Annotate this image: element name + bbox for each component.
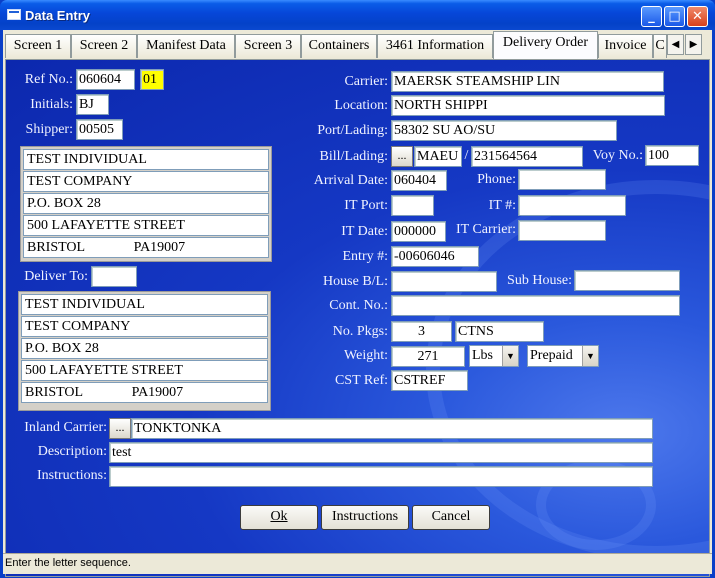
bill-lading-field[interactable]: 231564564	[471, 146, 583, 167]
tab-strip: Screen 1 Screen 2 Manifest Data Screen 3…	[3, 30, 712, 60]
payment-terms-select[interactable]: Prepaid ▼	[527, 345, 599, 367]
initials-field[interactable]: BJ	[76, 94, 109, 115]
entry-no-field[interactable]: -00606046	[391, 246, 479, 267]
title-bar[interactable]: Data Entry _ □ ✕	[0, 0, 715, 30]
deliver-to-label: Deliver To:	[24, 269, 88, 284]
location-label: Location:	[334, 98, 388, 113]
inland-carrier-label: Inland Carrier:	[24, 420, 107, 435]
arrival-date-field[interactable]: 060404	[391, 170, 447, 191]
it-date-field[interactable]: 000000	[391, 221, 446, 242]
it-no-label: IT #:	[488, 198, 516, 213]
deliver-address-line[interactable]: 500 LAFAYETTE STREET	[21, 360, 268, 381]
tab-scroll-right-icon[interactable]: ▶	[685, 34, 702, 55]
no-pkgs-label: No. Pkgs:	[332, 324, 388, 339]
weight-field[interactable]: 271	[391, 346, 465, 367]
shipper-address-line[interactable]: TEST COMPANY	[23, 171, 269, 192]
ok-button[interactable]: Ok	[240, 505, 318, 530]
bill-lading-label: Bill/Lading:	[319, 149, 388, 164]
carrier-label: Carrier:	[344, 74, 388, 89]
description-label: Description:	[37, 444, 107, 459]
phone-label: Phone:	[477, 172, 516, 187]
tab-containers[interactable]: Containers	[301, 34, 377, 58]
chevron-down-icon[interactable]: ▼	[582, 346, 598, 366]
payment-terms-value: Prepaid	[530, 348, 573, 363]
instructions-label: Instructions:	[37, 468, 107, 483]
cst-ref-label: CST Ref:	[334, 373, 388, 388]
shipper-address-line[interactable]: BRISTOL PA19007	[23, 237, 269, 258]
voy-no-field[interactable]: 100	[645, 145, 699, 166]
bill-lading-slash: /	[464, 148, 469, 163]
tab-truncated[interactable]: C	[653, 34, 667, 58]
shipper-address-line[interactable]: 500 LAFAYETTE STREET	[23, 215, 269, 236]
tab-screen-1[interactable]: Screen 1	[5, 34, 71, 58]
tab-screen-2[interactable]: Screen 2	[71, 34, 137, 58]
tab-screen-3[interactable]: Screen 3	[235, 34, 301, 58]
deliver-address-line[interactable]: TEST COMPANY	[21, 316, 268, 337]
inland-carrier-lookup-button[interactable]: ...	[109, 418, 131, 439]
data-entry-window: Data Entry _ □ ✕ Screen 1 Screen 2 Manif…	[0, 0, 715, 578]
phone-field[interactable]	[518, 169, 606, 190]
it-port-label: IT Port:	[344, 198, 388, 213]
tab-delivery-order[interactable]: Delivery Order	[493, 31, 598, 59]
cst-ref-field[interactable]: CSTREF	[391, 370, 468, 391]
weight-unit-select[interactable]: Lbs ▼	[469, 345, 519, 367]
it-date-label: IT Date:	[341, 224, 388, 239]
pkgs-unit-field[interactable]: CTNS	[455, 321, 544, 342]
chevron-down-icon[interactable]: ▼	[502, 346, 518, 366]
deliver-address-line[interactable]: BRISTOL PA19007	[21, 382, 268, 403]
instructions-field[interactable]	[109, 466, 653, 487]
deliver-address-box: TEST INDIVIDUAL TEST COMPANY P.O. BOX 28…	[18, 291, 271, 411]
sub-house-field[interactable]	[574, 270, 680, 291]
it-carrier-label: IT Carrier:	[456, 222, 516, 237]
shipper-label: Shipper:	[25, 122, 73, 137]
house-bl-field[interactable]	[391, 271, 497, 292]
ref-no-suffix-field[interactable]: 01	[140, 69, 164, 90]
tab-scroll-left-icon[interactable]: ◀	[667, 34, 684, 55]
initials-label: Initials:	[30, 97, 73, 112]
carrier-field[interactable]: MAERSK STEAMSHIP LIN	[391, 71, 664, 92]
window-title: Data Entry	[25, 8, 91, 23]
port-lading-label: Port/Lading:	[317, 123, 388, 138]
window-client-area: Screen 1 Screen 2 Manifest Data Screen 3…	[3, 30, 712, 577]
deliver-address-line[interactable]: TEST INDIVIDUAL	[21, 294, 268, 315]
no-pkgs-field[interactable]: 3	[391, 321, 452, 342]
bill-lading-lookup-button[interactable]: ...	[391, 146, 413, 167]
it-no-field[interactable]	[518, 195, 626, 216]
tab-invoice[interactable]: Invoice	[598, 34, 653, 58]
arrival-date-label: Arrival Date:	[313, 173, 388, 188]
voy-no-label: Voy No.:	[592, 148, 643, 163]
ref-no-label: Ref No.:	[24, 72, 73, 87]
maximize-button[interactable]: □	[664, 6, 685, 27]
cont-no-label: Cont. No.:	[329, 298, 388, 313]
inland-carrier-field[interactable]: TONKTONKA	[131, 418, 653, 439]
it-carrier-field[interactable]	[518, 220, 606, 241]
delivery-order-panel: Ref No.: 060604 01 Initials: BJ Shipper:…	[5, 59, 710, 577]
app-window-icon	[7, 9, 21, 20]
weight-label: Weight:	[344, 348, 388, 363]
deliver-to-field[interactable]	[91, 266, 137, 287]
weight-unit-value: Lbs	[472, 348, 493, 363]
instructions-button[interactable]: Instructions	[321, 505, 409, 530]
description-field[interactable]: test	[109, 442, 653, 463]
shipper-address-line[interactable]: TEST INDIVIDUAL	[23, 149, 269, 170]
bill-lading-prefix-field[interactable]: MAEU	[414, 146, 462, 167]
house-bl-label: House B/L:	[323, 274, 388, 289]
sub-house-label: Sub House:	[507, 273, 572, 288]
cancel-button[interactable]: Cancel	[412, 505, 490, 530]
location-field[interactable]: NORTH SHIPPI	[391, 95, 665, 116]
entry-no-label: Entry #:	[342, 249, 389, 264]
port-lading-field[interactable]: 58302 SU AO/SU	[391, 120, 617, 141]
it-port-field[interactable]	[391, 195, 434, 216]
ref-no-field[interactable]: 060604	[76, 69, 135, 90]
close-button[interactable]: ✕	[687, 6, 708, 27]
tab-manifest-data[interactable]: Manifest Data	[137, 34, 235, 58]
shipper-address-line[interactable]: P.O. BOX 28	[23, 193, 269, 214]
shipper-address-box: TEST INDIVIDUAL TEST COMPANY P.O. BOX 28…	[20, 146, 272, 262]
tab-3461-information[interactable]: 3461 Information	[377, 34, 493, 58]
shipper-field[interactable]: 00505	[76, 119, 123, 140]
status-bar: Enter the letter sequence.	[3, 553, 712, 574]
deliver-address-line[interactable]: P.O. BOX 28	[21, 338, 268, 359]
minimize-button[interactable]: _	[641, 6, 662, 27]
cont-no-field[interactable]	[391, 295, 680, 316]
